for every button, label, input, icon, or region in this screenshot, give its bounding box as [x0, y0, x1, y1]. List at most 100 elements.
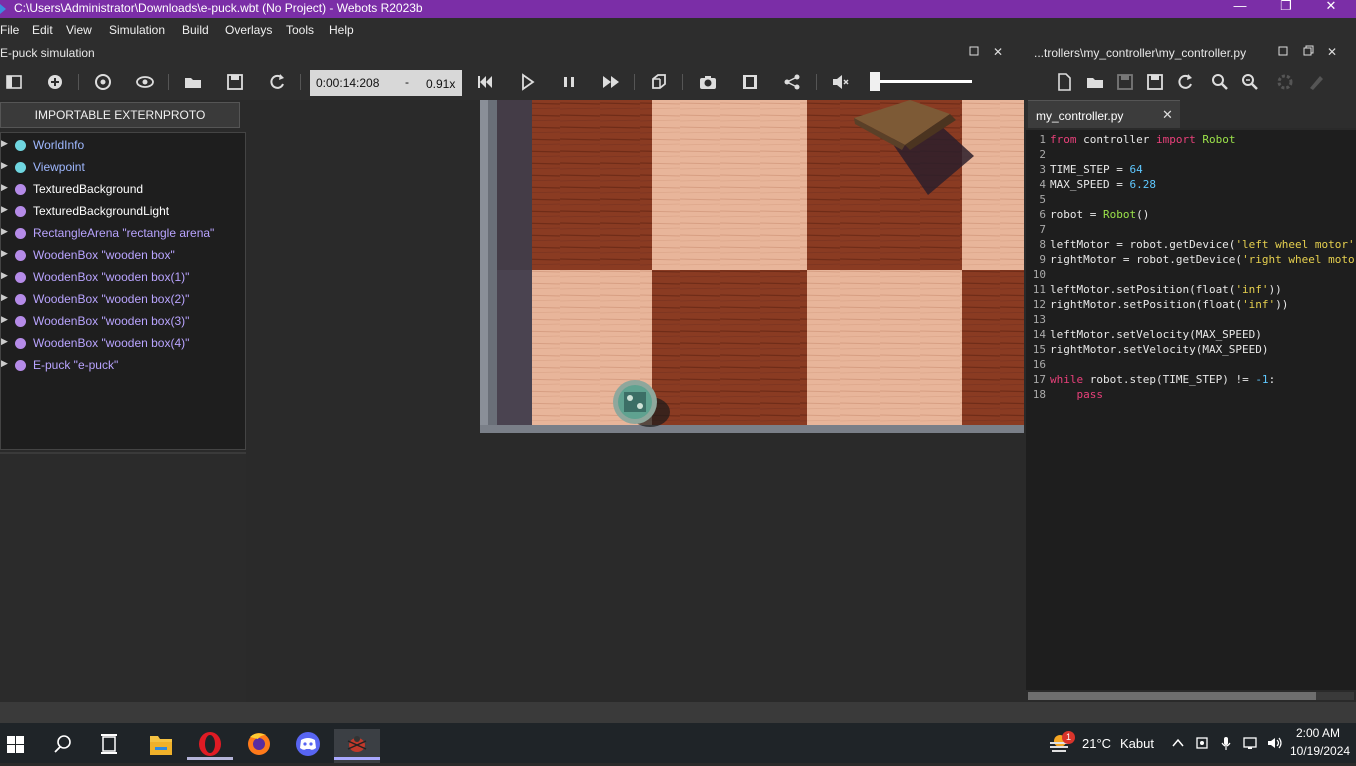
menu-help[interactable]: Help	[329, 23, 354, 37]
scene-tree-item-label: TexturedBackgroundLight	[33, 204, 170, 218]
scene-tree-item[interactable]: ▶ Viewpoint	[1, 156, 241, 178]
tab-my-controller[interactable]: my_controller.py ✕	[1028, 100, 1180, 128]
search-icon[interactable]	[42, 729, 88, 763]
scene-tree-item[interactable]: ▶ TexturedBackgroundLight	[1, 200, 241, 222]
discord-icon[interactable]	[285, 729, 331, 763]
find-replace-icon[interactable]	[1240, 72, 1260, 92]
tab-close-icon[interactable]: ✕	[1162, 107, 1173, 123]
meet-now-icon[interactable]	[1194, 735, 1210, 751]
scene-tree-item[interactable]: ▶ WoodenBox "wooden box(1)"	[1, 266, 241, 288]
save-file-icon[interactable]	[1115, 72, 1135, 92]
line-number: 15	[1032, 343, 1046, 356]
scene-tree-item[interactable]: ▶ WoodenBox "wooden box(2)"	[1, 288, 241, 310]
screenshot-icon[interactable]	[698, 72, 718, 92]
importable-externproto-button[interactable]: IMPORTABLE EXTERNPROTO	[0, 102, 240, 128]
undock-icon[interactable]	[967, 45, 981, 59]
menu-tools[interactable]: Tools	[286, 23, 314, 37]
scene-tree-item[interactable]: ▶ WoodenBox "wooden box(4)"	[1, 332, 241, 354]
clock-date[interactable]: 10/19/2024	[1290, 744, 1350, 758]
reset-viewpoint-icon[interactable]	[93, 72, 113, 92]
minimize-button[interactable]: —	[1217, 0, 1263, 18]
open-file-icon[interactable]	[1085, 72, 1105, 92]
volume-slider-handle[interactable]	[870, 72, 880, 91]
step-icon[interactable]	[518, 72, 538, 92]
windows-start-icon[interactable]	[0, 729, 46, 763]
editor-horizontal-scrollbar[interactable]	[1028, 692, 1354, 700]
code-editor[interactable]: 1 from controller import Robot 2 3 TIME_STEP…	[1026, 130, 1356, 690]
toolbar-separator	[300, 74, 301, 90]
record-movie-icon[interactable]	[740, 72, 760, 92]
scene-tree-item[interactable]: ▶ WorldInfo	[1, 134, 241, 156]
reset-simulation-icon[interactable]	[475, 72, 495, 92]
eye-icon[interactable]	[135, 72, 155, 92]
expand-arrow-icon[interactable]: ▶	[1, 160, 9, 172]
menu-build[interactable]: Build	[182, 23, 209, 37]
maximize-button[interactable]: ❐	[1263, 0, 1309, 18]
editor-undock-icon[interactable]	[1276, 45, 1290, 59]
chevron-up-icon[interactable]	[1170, 735, 1186, 751]
mute-icon[interactable]	[830, 72, 850, 92]
editor-close-icon[interactable]: ✕	[1325, 45, 1339, 59]
scene-tree-item-label: TexturedBackground	[33, 182, 144, 196]
scene-tree-item[interactable]: ▶ WoodenBox "wooden box"	[1, 244, 241, 266]
new-file-icon[interactable]	[1054, 72, 1074, 92]
open-world-icon[interactable]	[183, 72, 203, 92]
scene-tree-item[interactable]: ▶ E-puck "e-puck"	[1, 354, 241, 376]
expand-arrow-icon[interactable]: ▶	[1, 138, 9, 150]
clock-time[interactable]: 2:00 AM	[1296, 726, 1340, 740]
temperature[interactable]: 21°C	[1082, 736, 1111, 751]
expand-arrow-icon[interactable]: ▶	[1, 248, 9, 260]
node-type-icon	[15, 162, 26, 173]
firefox-icon[interactable]	[236, 729, 282, 763]
revert-icon[interactable]	[1175, 72, 1195, 92]
file-explorer-icon[interactable]	[138, 729, 184, 763]
menu-edit[interactable]: Edit	[32, 23, 53, 37]
add-node-icon[interactable]	[45, 72, 65, 92]
find-icon[interactable]	[1210, 72, 1230, 92]
editor-restore-icon[interactable]	[1301, 45, 1315, 59]
menu-simulation[interactable]: Simulation	[109, 23, 165, 37]
build-icon[interactable]	[1275, 72, 1295, 92]
network-icon[interactable]	[1242, 735, 1260, 751]
microphone-icon[interactable]	[1218, 735, 1234, 751]
pause-icon[interactable]	[559, 72, 579, 92]
menu-view[interactable]: View	[66, 23, 92, 37]
rendering-icon[interactable]	[649, 72, 669, 92]
expand-arrow-icon[interactable]: ▶	[1, 204, 9, 216]
fast-forward-icon[interactable]	[601, 72, 621, 92]
toolbar-separator	[168, 74, 169, 90]
volume-slider[interactable]	[874, 80, 972, 83]
expand-arrow-icon[interactable]: ▶	[1, 182, 9, 194]
expand-arrow-icon[interactable]: ▶	[1, 358, 9, 370]
node-type-icon	[15, 294, 26, 305]
volume-icon[interactable]	[1266, 735, 1284, 751]
reload-world-icon[interactable]	[267, 72, 287, 92]
weather-condition[interactable]: Kabut	[1120, 736, 1154, 751]
toggle-scene-tree-icon[interactable]	[4, 72, 24, 92]
expand-arrow-icon[interactable]: ▶	[1, 226, 9, 238]
scene-tree-item[interactable]: ▶ RectangleArena "rectangle arena"	[1, 222, 241, 244]
code-text: TIME_STEP = 64	[1050, 163, 1143, 176]
rectangle-arena-view[interactable]	[480, 100, 1024, 433]
clean-icon[interactable]	[1306, 72, 1326, 92]
scene-tree-item[interactable]: ▶ WoodenBox "wooden box(3)"	[1, 310, 241, 332]
save-as-icon[interactable]	[1145, 72, 1165, 92]
share-icon[interactable]	[782, 72, 802, 92]
node-type-icon	[15, 272, 26, 283]
expand-arrow-icon[interactable]: ▶	[1, 292, 9, 304]
menu-file[interactable]: File	[0, 23, 19, 37]
line-number: 8	[1039, 238, 1046, 251]
code-text: while robot.step(TIME_STEP) != -1:	[1050, 373, 1276, 386]
save-world-icon[interactable]	[225, 72, 245, 92]
task-view-icon[interactable]	[88, 729, 134, 763]
menu-overlays[interactable]: Overlays	[225, 23, 272, 37]
expand-arrow-icon[interactable]: ▶	[1, 270, 9, 282]
expand-arrow-icon[interactable]: ▶	[1, 314, 9, 326]
close-button[interactable]: ✕	[1308, 0, 1354, 18]
toolbar-separator	[78, 74, 79, 90]
node-type-icon	[15, 316, 26, 327]
scrollbar-thumb[interactable]	[1028, 692, 1316, 700]
panel-close-icon[interactable]: ✕	[991, 45, 1005, 59]
expand-arrow-icon[interactable]: ▶	[1, 336, 9, 348]
scene-tree-item[interactable]: ▶ TexturedBackground	[1, 178, 241, 200]
